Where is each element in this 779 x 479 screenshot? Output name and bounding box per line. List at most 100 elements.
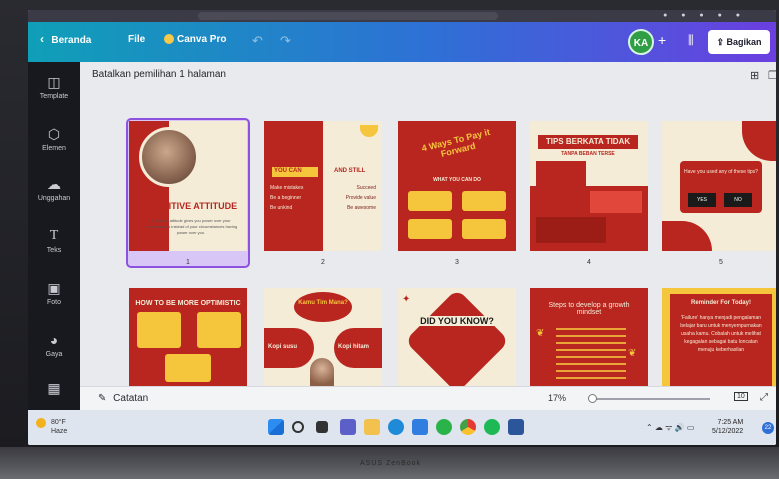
file-explorer-icon[interactable] bbox=[364, 419, 380, 435]
right-line: Provide value bbox=[345, 195, 376, 201]
page-title: Kamu Tim Mana? bbox=[298, 300, 348, 306]
leaf-icon: ❦ bbox=[536, 328, 545, 339]
chevron-left-icon: ‹ bbox=[40, 32, 44, 46]
haze-icon bbox=[36, 418, 46, 428]
page-thumbnail-7[interactable]: Kamu Tim Mana? Kopi susu Kopi hitam bbox=[264, 288, 382, 388]
page-thumbnail-5[interactable]: Have you used any of these tips? YES NO bbox=[662, 121, 776, 251]
share-button[interactable]: ⇪ Bagikan bbox=[708, 30, 770, 54]
editor-topbar: ‹ Beranda File Canva Pro ↶ ↷ KA + ⫼ ⇪ Ba… bbox=[28, 22, 776, 62]
sidebar-item-label: Teks bbox=[46, 247, 62, 254]
left-line: Be a beginner bbox=[270, 195, 302, 201]
os-taskbar: 80°F Haze ⌃ ☁ ᯤ 🔊 ▭ 7:25 AM 5/12/2022 22 bbox=[28, 410, 776, 445]
sidebar-item-elements[interactable]: ⬡ Elemen bbox=[28, 126, 80, 152]
page-thumbnail-2[interactable]: YOU CAN AND STILL Make mistakes Be a beg… bbox=[264, 121, 382, 251]
notes-button[interactable]: ✎ Catatan bbox=[98, 393, 148, 404]
shapes-icon: ⬡ bbox=[47, 126, 61, 142]
right-line: Succeed bbox=[356, 185, 376, 191]
sidebar-item-more[interactable]: ▦ bbox=[28, 380, 80, 396]
spotify-icon[interactable] bbox=[484, 419, 500, 435]
zoom-slider-handle[interactable] bbox=[588, 394, 597, 403]
notification-badge[interactable]: 22 bbox=[762, 422, 774, 434]
edge-icon[interactable] bbox=[388, 419, 404, 435]
page-count-button[interactable]: 10 bbox=[734, 392, 748, 401]
fullscreen-icon[interactable]: ⤢ bbox=[760, 392, 768, 403]
address-bar[interactable] bbox=[198, 12, 498, 20]
tip-card bbox=[408, 219, 452, 239]
search-icon[interactable] bbox=[292, 421, 304, 433]
page-thumbnail-1[interactable]: A POSITIVE ATTITUDE A positive attitude … bbox=[129, 121, 247, 251]
avatar[interactable]: KA bbox=[628, 29, 654, 55]
zoom-slider[interactable] bbox=[590, 398, 710, 400]
store-icon[interactable] bbox=[412, 419, 428, 435]
right-list: Succeed Provide value Be awesome bbox=[336, 183, 376, 213]
undo-icon[interactable]: ↶ bbox=[252, 33, 263, 49]
chat-icon[interactable] bbox=[340, 419, 356, 435]
question-text: Have you used any of these tips? bbox=[684, 169, 758, 175]
sidebar-item-template[interactable]: ◫ Template bbox=[28, 74, 80, 100]
sidebar-item-uploads[interactable]: ☁ Unggahan bbox=[28, 176, 80, 202]
page-number: 2 bbox=[321, 259, 325, 266]
page-number: 4 bbox=[587, 259, 591, 266]
insights-icon[interactable]: ⫼ bbox=[688, 33, 694, 48]
page-title: A POSITIVE ATTITUDE bbox=[140, 201, 238, 211]
weather-widget[interactable]: 80°F Haze bbox=[36, 418, 67, 436]
screen: ● ● ● ● ● ‹ Beranda File Canva Pro ↶ ↷ K… bbox=[28, 10, 776, 445]
tip-card bbox=[536, 217, 606, 243]
tip-card bbox=[536, 161, 586, 187]
page-number: 3 bbox=[455, 259, 459, 266]
sidebar-item-label: Elemen bbox=[42, 145, 66, 152]
redo-icon[interactable]: ↷ bbox=[280, 33, 291, 49]
page-body: A positive attitude gives you power over… bbox=[144, 218, 238, 235]
tip-card bbox=[197, 312, 241, 348]
add-page-icon[interactable]: ⊞ bbox=[750, 69, 759, 82]
page-thumbnail-8[interactable]: DID YOU KNOW? ✦ bbox=[398, 288, 516, 388]
page-thumbnail-9[interactable]: Steps to develop a growth mindset ❦ ❦ bbox=[530, 288, 648, 388]
add-collaborator-icon[interactable]: + bbox=[658, 32, 666, 48]
back-home-button[interactable]: ‹ Beranda bbox=[40, 32, 91, 46]
text-icon: T bbox=[49, 228, 59, 243]
page-thumbnail-4[interactable]: TIPS BERKATA TIDAK TANPA BEBAN TERSE bbox=[530, 121, 648, 251]
clock[interactable]: 7:25 AM 5/12/2022 bbox=[712, 418, 743, 436]
deselect-pages-link[interactable]: Batalkan pemilihan 1 halaman bbox=[92, 69, 226, 80]
whatsapp-icon[interactable] bbox=[436, 419, 452, 435]
photo-icon: ▣ bbox=[47, 280, 61, 296]
system-tray-icons[interactable]: ⌃ ☁ ᯤ 🔊 ▭ bbox=[646, 422, 694, 433]
page-thumbnail-6[interactable]: HOW TO BE MORE OPTIMISTIC bbox=[129, 288, 247, 388]
zoom-level: 17% bbox=[548, 393, 567, 403]
file-menu[interactable]: File bbox=[128, 34, 145, 45]
page-title: HOW TO BE MORE OPTIMISTIC bbox=[135, 300, 241, 307]
sidebar-item-label: Unggahan bbox=[37, 195, 71, 202]
word-icon[interactable] bbox=[508, 419, 524, 435]
page-title: Steps to develop a growth mindset bbox=[548, 302, 630, 316]
tip-card bbox=[462, 219, 506, 239]
tip-card bbox=[462, 191, 506, 211]
windows-start-icon[interactable] bbox=[268, 419, 284, 435]
share-label: Bagikan bbox=[726, 37, 762, 47]
task-view-icon[interactable] bbox=[316, 421, 328, 433]
chrome-icon[interactable] bbox=[460, 419, 476, 435]
weather-condition: Haze bbox=[50, 428, 68, 435]
sidebar-item-styles[interactable]: ◕ Gaya bbox=[28, 332, 80, 358]
left-list: Make mistakes Be a beginner Be unkind bbox=[270, 183, 303, 213]
page-number: 1 bbox=[186, 259, 190, 266]
tip-card bbox=[165, 354, 211, 382]
duplicate-icon[interactable]: ❐ bbox=[768, 69, 776, 82]
page-title: DID YOU KNOW? bbox=[402, 316, 512, 326]
sidebar-item-text[interactable]: T Teks bbox=[28, 228, 80, 254]
diamond-shape bbox=[404, 288, 510, 388]
page-subtitle: TANPA BEBAN TERSE bbox=[561, 151, 615, 157]
sidebar-item-photos[interactable]: ▣ Foto bbox=[28, 280, 80, 306]
page-number: 5 bbox=[719, 259, 723, 266]
browser-extension-icons[interactable]: ● ● ● ● ● bbox=[663, 12, 746, 19]
tip-card bbox=[590, 191, 642, 213]
canva-pro-button[interactable]: Canva Pro bbox=[164, 34, 226, 45]
page-thumbnail-10[interactable]: Reminder For Today! 'Failure' hanya menj… bbox=[662, 288, 776, 388]
laptop-brand: ASUS ZenBook bbox=[360, 460, 422, 467]
notes-label: Catatan bbox=[113, 393, 149, 404]
sidebar-item-label: Template bbox=[39, 93, 69, 100]
upload-icon: ☁ bbox=[47, 176, 61, 192]
page-thumbnail-3[interactable]: 4 Ways To Pay it Forward WHAT YOU CAN DO bbox=[398, 121, 516, 251]
steps-list bbox=[556, 328, 626, 384]
palette-icon: ◕ bbox=[49, 332, 59, 348]
left-line: Be unkind bbox=[270, 205, 293, 211]
